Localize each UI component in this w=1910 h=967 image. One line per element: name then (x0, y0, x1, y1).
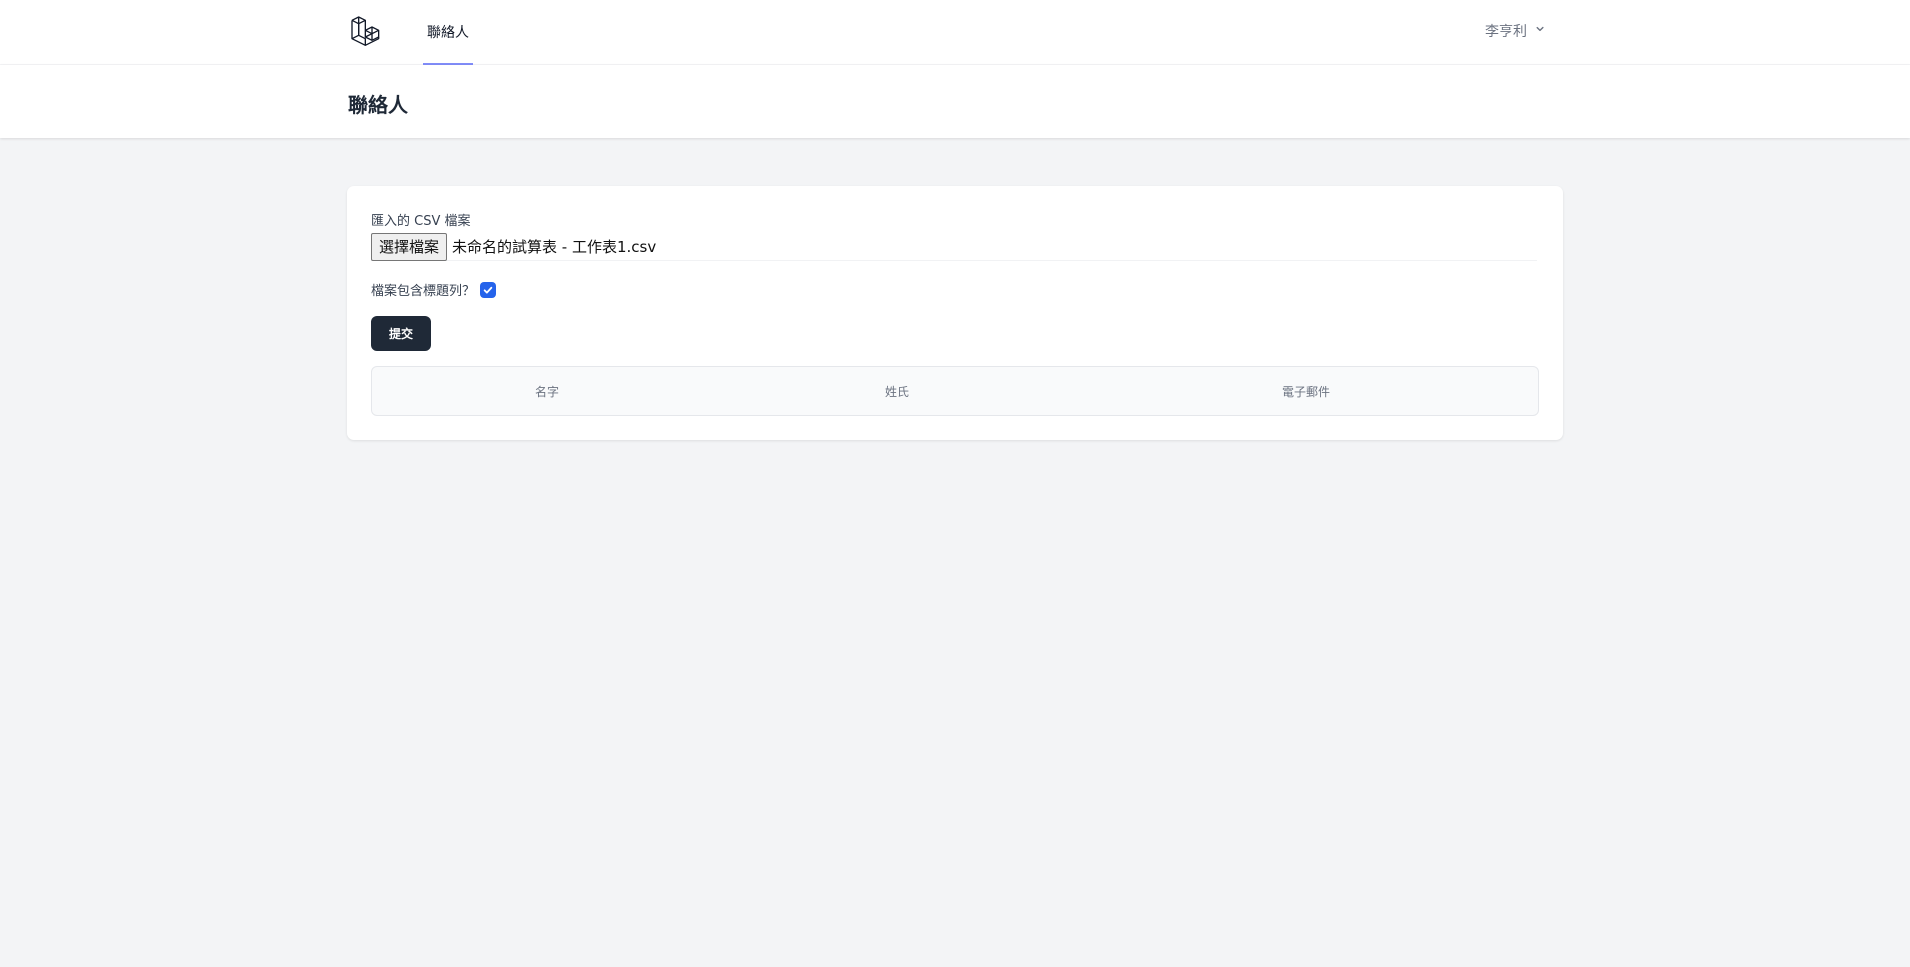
header-row-checkbox[interactable] (480, 281, 497, 298)
check-icon (483, 286, 493, 294)
column-header-email: 電子郵件 (1282, 384, 1331, 399)
tab-contacts[interactable]: 聯絡人 (423, 0, 473, 65)
user-menu[interactable]: 李亨利 (1485, 0, 1547, 62)
chevron-down-icon (1533, 22, 1547, 40)
page-header: 聯絡人 (0, 65, 1910, 138)
choose-file-button[interactable]: 選擇檔案 (371, 232, 448, 261)
user-name: 李亨利 (1485, 24, 1527, 40)
top-navigation: 聯絡人 李亨利 (0, 0, 1910, 65)
submit-button[interactable]: 提交 (371, 316, 431, 351)
laravel-logo-icon[interactable] (347, 12, 387, 52)
file-input[interactable]: 選擇檔案 未命名的試算表 - 工作表1.csv (371, 232, 1537, 261)
selected-file-name: 未命名的試算表 - 工作表1.csv (452, 238, 657, 256)
header-row-option: 檔案包含標題列？ (371, 280, 497, 299)
contacts-table: 名字 姓氏 電子郵件 (371, 366, 1539, 416)
import-card: 匯入的 CSV 檔案 選擇檔案 未命名的試算表 - 工作表1.csv 檔案包含標… (347, 186, 1563, 440)
file-input-label: 匯入的 CSV 檔案 (371, 214, 471, 229)
column-header-last-name: 姓氏 (885, 384, 910, 399)
column-header-first-name: 名字 (535, 384, 560, 399)
header-row-checkbox-label: 檔案包含標題列？ (371, 284, 476, 299)
page-title: 聯絡人 (348, 93, 408, 117)
